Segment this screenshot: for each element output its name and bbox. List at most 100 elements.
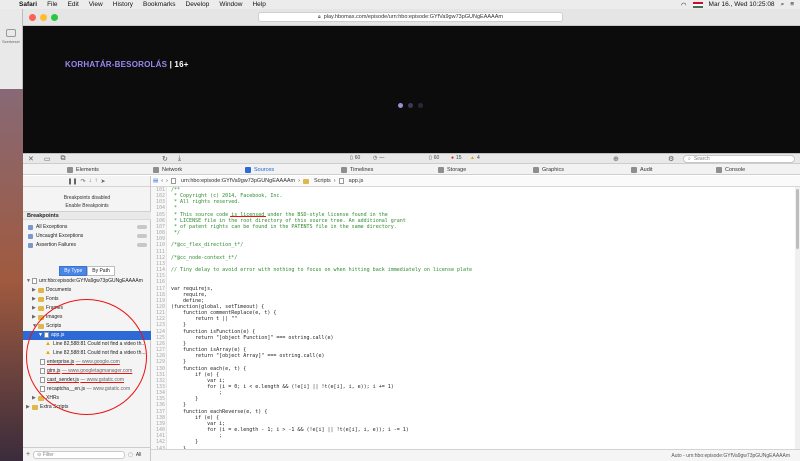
- tab-network[interactable]: Network: [153, 164, 182, 175]
- search-icon: ⌕: [688, 156, 691, 162]
- breakpoint-all-exceptions[interactable]: All Exceptions: [23, 223, 151, 232]
- sort-by-path-button[interactable]: By Path: [87, 266, 115, 276]
- tab-graphics[interactable]: Graphics: [533, 164, 564, 175]
- tab-timelines[interactable]: Timelines: [341, 164, 373, 175]
- breadcrumb-root[interactable]: urn:hbo:episode:GYfVa9gw73pGUNgEAAAAm: [181, 178, 295, 184]
- tab-elements[interactable]: Elements: [67, 164, 99, 175]
- toggle[interactable]: [137, 234, 147, 239]
- annotation-underline: [230, 216, 266, 217]
- spotlight-icon[interactable]: ⌕: [781, 1, 785, 9]
- script-count[interactable]: ▯ 60: [429, 155, 439, 161]
- tab-storage[interactable]: Storage: [438, 164, 466, 175]
- step-over-icon[interactable]: ↷: [81, 178, 86, 185]
- back-icon[interactable]: ‹: [161, 178, 163, 184]
- dock-icon[interactable]: ▭: [39, 155, 56, 163]
- step-out-icon[interactable]: ↑: [95, 178, 98, 184]
- breakpoint-uncaught-exceptions[interactable]: Uncaught Exceptions: [23, 232, 151, 241]
- breakpoint-assertion-failures[interactable]: Assertion Failures: [23, 241, 151, 250]
- code-lines[interactable]: /** * Copyright (c) 2014, Facebook, Inc.…: [171, 187, 472, 449]
- toggle[interactable]: [137, 225, 147, 230]
- tab-console[interactable]: Console: [716, 164, 745, 175]
- sidebar-toolbar: ❚❚ ↷ ↓ ↑ ➤: [23, 176, 150, 187]
- tree-warning[interactable]: ▲ Line 82,588:81 Could not find a video t…: [23, 349, 151, 358]
- menu-window[interactable]: Window: [214, 1, 247, 8]
- warning-icon: ▲: [45, 341, 51, 348]
- sort-by-type-button[interactable]: By Type: [59, 266, 88, 276]
- tree-extra-scripts[interactable]: ▶ Extra Scripts: [23, 403, 151, 412]
- tree-file-gtm-js[interactable]: gtm.js — www.googletagmanager.com: [23, 367, 151, 376]
- devtools-search[interactable]: ⌕ Search: [683, 155, 795, 163]
- tree-folder-frames[interactable]: ▶ Frames: [23, 304, 151, 313]
- menu-develop[interactable]: Develop: [181, 1, 215, 8]
- video-player[interactable]: KORHATÁR-BESOROLÁS | 16+: [23, 26, 800, 153]
- warning-count[interactable]: ▲ 4: [470, 155, 480, 161]
- background-window[interactable]: Szerkeszt: [0, 9, 23, 89]
- zoom-button[interactable]: [51, 13, 58, 21]
- sources-sidebar: ❚❚ ↷ ↓ ↑ ➤ Breakpoints disabled Enable B…: [23, 176, 151, 461]
- detach-icon[interactable]: ⧉: [56, 155, 71, 163]
- tree-file-enterprise-js[interactable]: enterprise.js — www.google.com: [23, 358, 151, 367]
- folder-icon: [302, 178, 309, 184]
- tab-sources[interactable]: Sources: [245, 164, 274, 175]
- execution-context[interactable]: Auto - urn:hbo:episode:GYfVa9gw73pGUNgEA…: [671, 453, 790, 459]
- enable-breakpoints-link[interactable]: Enable Breakpoints: [23, 202, 151, 210]
- close-devtools-icon[interactable]: ✕: [23, 155, 39, 163]
- reload-icon[interactable]: ↻: [157, 155, 173, 163]
- menu-edit[interactable]: Edit: [63, 1, 84, 8]
- age-rating: KORHATÁR-BESOROLÁS | 16+: [65, 60, 189, 69]
- clock[interactable]: Mar 16., Wed 10:25:08: [709, 1, 775, 8]
- menu-list-icon[interactable]: ≡: [790, 1, 794, 8]
- pause-icon[interactable]: ❚❚: [67, 178, 77, 185]
- vertical-scrollbar[interactable]: [795, 187, 800, 449]
- filter-options-icon[interactable]: ▢: [128, 452, 133, 458]
- breakpoints-header[interactable]: Breakpoints: [23, 211, 151, 220]
- tree-warning[interactable]: ▲ Line 82,588:81 Could not find a video t…: [23, 340, 151, 349]
- scroll-thumb[interactable]: [796, 189, 799, 249]
- close-button[interactable]: [29, 13, 36, 21]
- tree-file-recaptcha-js[interactable]: recaptcha__en.js — www.gstatic.com: [23, 385, 151, 394]
- menu-history[interactable]: History: [108, 1, 138, 8]
- minimize-button[interactable]: [40, 13, 47, 21]
- wifi-icon[interactable]: ◠: [681, 1, 687, 9]
- breadcrumb-file[interactable]: app.js: [349, 178, 364, 184]
- menu-safari[interactable]: Safari: [14, 1, 42, 8]
- step-into-icon[interactable]: ↓: [89, 178, 92, 184]
- address-bar[interactable]: 🔒︎ play.hbomax.com/episode/urn:hbo:episo…: [258, 12, 563, 22]
- filter-all[interactable]: All: [136, 452, 142, 458]
- menu-bookmarks[interactable]: Bookmarks: [138, 1, 181, 8]
- flag-icon[interactable]: [692, 1, 703, 8]
- target-icon[interactable]: ⊕: [608, 155, 624, 163]
- menu-view[interactable]: View: [84, 1, 108, 8]
- resources-count[interactable]: ▯ 60: [350, 155, 360, 161]
- code-view[interactable]: 101 102 103 104 105 106 107 108 109 110 111 112 113 1…: [151, 187, 800, 449]
- js-file-icon: [40, 377, 45, 384]
- tree-folder-scripts[interactable]: ▼ Scripts: [23, 322, 151, 331]
- forward-icon[interactable]: ›: [166, 178, 168, 184]
- source-editor: ▤ ‹ › urn:hbo:episode:GYfVa9gw73pGUNgEAA…: [151, 176, 800, 461]
- tree-file-cast-sender-js[interactable]: cast_sender.js — www.gstatic.com: [23, 376, 151, 385]
- tree-folder-images[interactable]: ▶ Images: [23, 313, 151, 322]
- breakpoint-toggle-icon[interactable]: ➤: [101, 178, 106, 185]
- timelines-icon: [341, 166, 347, 173]
- network-count[interactable]: ◷ —: [373, 155, 384, 161]
- error-count[interactable]: ● 15: [451, 155, 462, 161]
- menu-help[interactable]: Help: [247, 1, 270, 8]
- add-icon[interactable]: +: [26, 451, 30, 458]
- line-number-gutter[interactable]: 101 102 103 104 105 106 107 108 109 110 111 112 113 1…: [151, 187, 167, 449]
- settings-icon[interactable]: ⚙: [663, 155, 679, 163]
- spinner-dot: [398, 103, 403, 108]
- tree-folder-documents[interactable]: ▶ Documents: [23, 286, 151, 295]
- menu-file[interactable]: File: [42, 1, 62, 8]
- toggle[interactable]: [137, 243, 147, 248]
- storage-icon: [438, 166, 444, 173]
- tree-file-app-js[interactable]: ▼ app.js: [23, 331, 151, 340]
- tab-audit[interactable]: Audit: [631, 164, 653, 175]
- code-line: // Tiny delay to avoid error with nothin…: [171, 267, 473, 274]
- breadcrumb-scripts[interactable]: Scripts: [314, 178, 331, 184]
- tree-folder-xhrs[interactable]: ▶ XHRs: [23, 394, 151, 403]
- filter-input[interactable]: ⊝ Filter: [33, 450, 126, 459]
- download-icon[interactable]: ⤓: [173, 155, 186, 163]
- tree-root[interactable]: ▼ urn:hbo:episode:GYfVa9gw73pGUNgEAAAAm: [23, 277, 151, 286]
- tree-folder-fonts[interactable]: ▶ Fonts: [23, 295, 151, 304]
- navigator-icon[interactable]: ▤: [153, 178, 158, 184]
